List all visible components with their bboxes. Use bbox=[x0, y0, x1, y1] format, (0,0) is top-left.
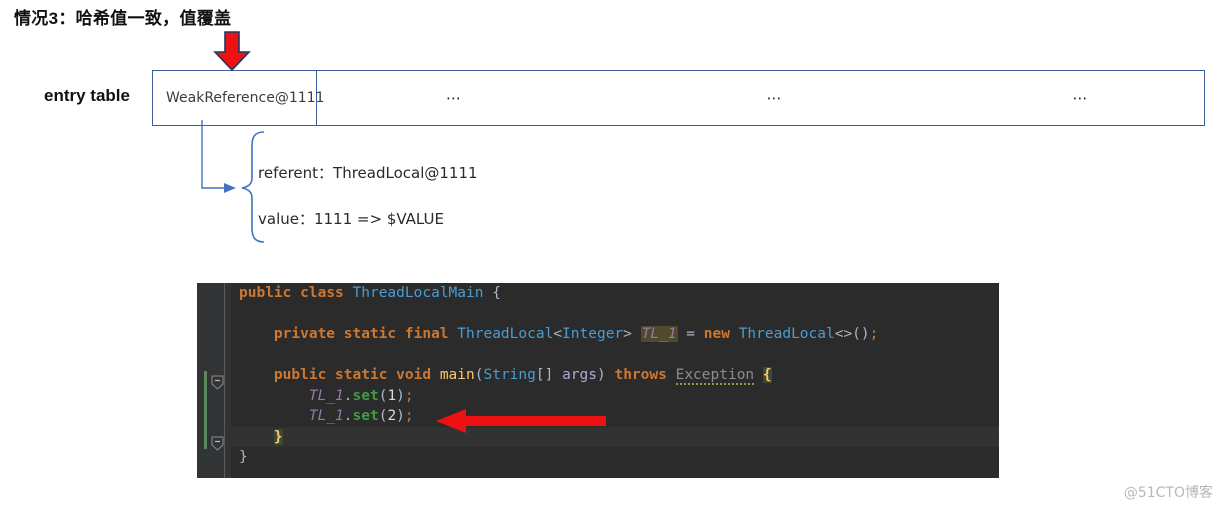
code-line-9[interactable]: } bbox=[231, 447, 999, 468]
code-token: static bbox=[335, 367, 388, 383]
code-token: private bbox=[239, 326, 336, 342]
code-token: > bbox=[623, 326, 641, 342]
fold-marker-method[interactable] bbox=[210, 375, 225, 390]
code-token: Integer bbox=[562, 326, 624, 342]
code-token: . bbox=[343, 387, 353, 404]
code-token: new bbox=[703, 326, 730, 342]
gutter-divider bbox=[224, 283, 225, 478]
code-token: <>() bbox=[834, 326, 870, 342]
code-token: 1 bbox=[387, 387, 397, 404]
code-line-4[interactable] bbox=[231, 345, 999, 366]
code-token: ) bbox=[396, 387, 405, 404]
code-token: ThreadLocal bbox=[457, 326, 554, 342]
code-token: args bbox=[562, 367, 597, 383]
code-line-5[interactable]: public static void main(String[] args) t… bbox=[231, 365, 999, 386]
page-title: 情况3：哈希值一致，值覆盖 bbox=[14, 9, 232, 28]
code-token: TL_1 bbox=[640, 326, 678, 342]
entry-table-cell-1: ⋯ bbox=[446, 89, 463, 107]
code-line-3[interactable]: private static final ThreadLocal<Integer… bbox=[231, 324, 999, 345]
code-token: ; bbox=[404, 387, 414, 404]
entry-table: WeakReference@1111 ⋯ ⋯ ⋯ bbox=[152, 70, 1205, 126]
code-token: } bbox=[273, 428, 283, 445]
code-token: ; bbox=[869, 326, 879, 342]
code-line-8[interactable]: } bbox=[231, 426, 999, 447]
code-token: ; bbox=[404, 408, 414, 424]
red-left-arrow-annotation bbox=[436, 406, 606, 436]
entry-table-cell-0: WeakReference@1111 bbox=[153, 71, 324, 125]
code-token: TL_1 bbox=[308, 387, 344, 404]
code-token: throws bbox=[614, 367, 667, 383]
code-token: void bbox=[396, 367, 432, 383]
code-token: set bbox=[352, 387, 379, 404]
code-token: < bbox=[553, 326, 563, 342]
red-down-arrow bbox=[210, 30, 254, 72]
code-lines-container[interactable]: public class ThreadLocalMain { private s… bbox=[231, 283, 999, 478]
watermark: @51CTO博客 bbox=[1123, 485, 1213, 501]
code-editor-panel[interactable]: public class ThreadLocalMain { private s… bbox=[197, 283, 999, 478]
entry-table-cell-2: ⋯ bbox=[766, 89, 784, 107]
code-token: Exception bbox=[675, 367, 755, 385]
editor-gutter[interactable] bbox=[197, 283, 231, 478]
code-token: = bbox=[677, 326, 704, 342]
code-line-2[interactable] bbox=[231, 304, 999, 325]
code-token: final bbox=[404, 326, 449, 342]
entry-table-label: entry table bbox=[44, 86, 130, 105]
vcs-change-bar bbox=[204, 371, 207, 449]
code-token: [] bbox=[535, 367, 563, 383]
entry-table-cell-3: ⋯ bbox=[1072, 89, 1090, 107]
code-token: { bbox=[762, 367, 772, 383]
code-token: public bbox=[239, 367, 327, 383]
code-token: TL_1 bbox=[308, 408, 344, 424]
fold-marker-class[interactable] bbox=[210, 436, 225, 451]
detail-value-text: value：1111 => $VALUE bbox=[258, 210, 444, 228]
detail-referent-text: referent：ThreadLocal@1111 bbox=[258, 164, 478, 182]
code-line-6[interactable]: TL_1.set(1); bbox=[231, 386, 999, 407]
code-token: } bbox=[239, 449, 248, 465]
code-token: main bbox=[439, 367, 475, 383]
code-token: . bbox=[343, 408, 353, 424]
code-token: 2 bbox=[387, 408, 397, 424]
code-line-1[interactable]: public class ThreadLocalMain { bbox=[231, 283, 999, 304]
code-token: ThreadLocalMain bbox=[352, 285, 484, 301]
code-token: set bbox=[352, 408, 379, 424]
code-token: { bbox=[483, 285, 501, 301]
code-token: public bbox=[239, 285, 292, 301]
code-token: static bbox=[343, 326, 397, 342]
code-line-7[interactable]: TL_1.set(2); bbox=[231, 406, 999, 427]
code-token: ThreadLocal bbox=[738, 326, 835, 342]
code-token: ) bbox=[396, 408, 405, 424]
code-token: ) bbox=[597, 367, 615, 383]
code-token: class bbox=[300, 285, 344, 301]
code-token: String bbox=[483, 367, 536, 383]
